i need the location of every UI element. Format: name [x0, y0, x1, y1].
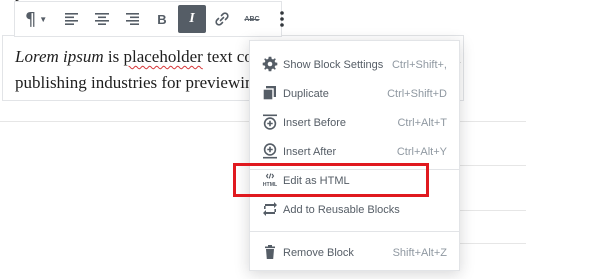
align-left-icon: [65, 13, 78, 25]
menu-item-label: Show Block Settings: [283, 58, 384, 71]
html-icon: HTML: [263, 173, 278, 188]
insert-before-icon: [263, 114, 277, 130]
menu-item-shortcut: Ctrl+Alt+T: [397, 116, 447, 129]
strikethrough-button[interactable]: ABC: [238, 5, 266, 33]
menu-item-duplicate[interactable]: Duplicate Ctrl+Shift+D: [250, 79, 459, 108]
paragraph-line[interactable]: Lorem ipsum is placeholder text comm: [15, 47, 279, 67]
bold-button[interactable]: B: [148, 5, 176, 33]
menu-item-label: Remove Block: [283, 246, 354, 259]
svg-text:HTML: HTML: [263, 182, 278, 188]
align-center-button[interactable]: [88, 5, 116, 33]
paragraph-line[interactable]: publishing industries for previewing l: [15, 73, 271, 93]
menu-item-show-block-settings[interactable]: Show Block Settings Ctrl+Shift+,: [250, 50, 459, 79]
italic-label: I: [189, 11, 195, 26]
pilcrow-icon: ¶: [24, 8, 37, 30]
link-icon: [215, 12, 229, 26]
menu-item-insert-after[interactable]: Insert After Ctrl+Alt+Y: [250, 137, 459, 166]
italic-text: Lorem ipsum: [15, 47, 104, 66]
align-center-icon: [95, 13, 109, 25]
strikethrough-icon: ABC: [244, 15, 260, 23]
paragraph-transform-button[interactable]: ¶ ▼: [16, 5, 56, 33]
more-vertical-icon: [280, 11, 284, 27]
block-settings-menu: Show Block Settings Ctrl+Shift+, Duplica…: [249, 40, 460, 271]
menu-divider: [250, 231, 459, 232]
menu-item-label: Duplicate: [283, 87, 329, 100]
menu-item-shortcut: Ctrl+Shift+,: [391, 58, 447, 71]
trash-icon: [265, 245, 275, 259]
gear-icon: [262, 56, 278, 72]
align-right-button[interactable]: [118, 5, 146, 33]
menu-item-add-to-reusable-blocks[interactable]: Add to Reusable Blocks: [250, 195, 459, 224]
menu-item-remove-block[interactable]: Remove Block Shift+Alt+Z: [250, 238, 459, 267]
menu-item-label: Insert Before: [283, 116, 346, 129]
link-button[interactable]: [208, 5, 236, 33]
bold-label: B: [157, 11, 167, 27]
menu-item-label: Edit as HTML: [283, 174, 350, 187]
paragraph-text: is: [103, 47, 124, 66]
menu-item-insert-before[interactable]: Insert Before Ctrl+Alt+T: [250, 108, 459, 137]
align-right-icon: [126, 13, 139, 25]
insert-after-icon: [263, 143, 277, 159]
menu-item-label: Add to Reusable Blocks: [283, 203, 400, 216]
menu-item-shortcut: Ctrl+Alt+Y: [396, 145, 447, 158]
misspelled-word: placeholder: [123, 47, 203, 66]
more-options-button[interactable]: [268, 5, 296, 33]
italic-button[interactable]: I: [178, 5, 206, 33]
align-left-button[interactable]: [58, 5, 86, 33]
menu-item-edit-as-html[interactable]: HTML Edit as HTML: [250, 166, 459, 195]
menu-item-shortcut: Ctrl+Shift+D: [387, 87, 447, 100]
block-toolbar: ¶ ▼ B I ABC: [14, 1, 284, 37]
menu-item-shortcut: Shift+Alt+Z: [392, 246, 447, 259]
reusable-blocks-icon: [263, 202, 277, 216]
chevron-down-icon: ▼: [39, 14, 48, 24]
menu-item-label: Insert After: [283, 145, 337, 158]
duplicate-icon: [262, 86, 276, 101]
